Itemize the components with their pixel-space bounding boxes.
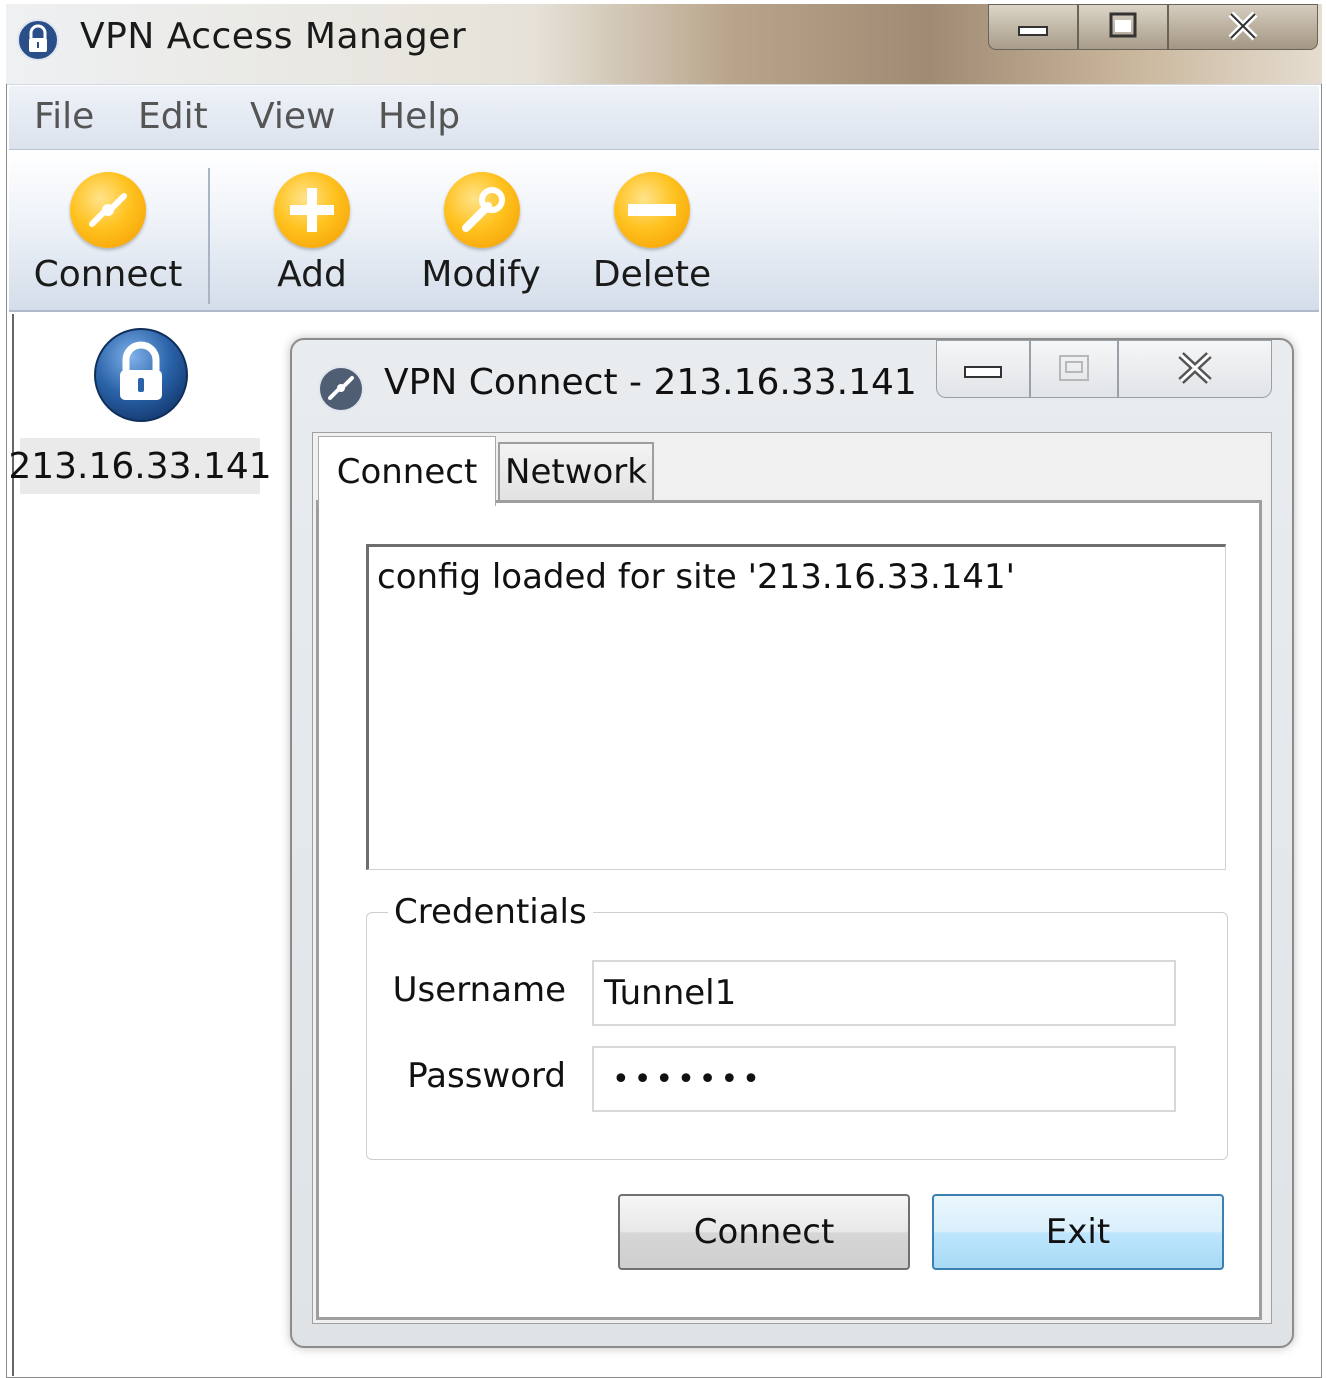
dialog-maximize-button[interactable]: [1030, 340, 1118, 398]
dialog-icon: [316, 364, 366, 414]
add-icon: [274, 172, 350, 248]
menu-file[interactable]: File: [34, 96, 94, 137]
connection-item-label: 213.16.33.141: [8, 438, 272, 494]
connection-item[interactable]: 213.16.33.141: [8, 326, 272, 494]
minimize-icon: [1018, 26, 1048, 36]
close-button[interactable]: [1168, 4, 1318, 50]
status-log[interactable]: config loaded for site '213.16.33.141': [366, 544, 1226, 870]
toolbar-delete-button[interactable]: Delete: [584, 168, 720, 304]
password-label: Password: [407, 1056, 566, 1096]
menu-edit[interactable]: Edit: [138, 96, 208, 137]
wrench-icon: [444, 172, 520, 248]
toolbar-connect-button[interactable]: Connect: [20, 168, 196, 304]
toolbar-add-label: Add: [277, 254, 347, 295]
maximize-button[interactable]: [1078, 4, 1168, 50]
connect-icon: [70, 172, 146, 248]
connect-button[interactable]: Connect: [618, 1194, 910, 1270]
menu-view[interactable]: View: [250, 96, 335, 137]
toolbar-modify-button[interactable]: Modify: [408, 168, 554, 304]
toolbar-add-button[interactable]: Add: [250, 168, 374, 304]
credentials-group: [366, 912, 1228, 1160]
exit-button[interactable]: Exit: [932, 1194, 1224, 1270]
toolbar-separator: [208, 168, 210, 304]
username-field[interactable]: Tunnel1: [592, 960, 1176, 1026]
menu-help[interactable]: Help: [378, 96, 460, 137]
toolbar-delete-label: Delete: [592, 254, 712, 295]
minimize-button[interactable]: [988, 4, 1078, 50]
close-icon: [1178, 352, 1212, 384]
credentials-group-label: Credentials: [388, 892, 593, 932]
username-label: Username: [392, 970, 566, 1010]
toolbar-modify-label: Modify: [421, 254, 541, 295]
status-log-text: config loaded for site '213.16.33.141': [377, 557, 1016, 597]
close-icon: [1228, 11, 1258, 41]
password-field[interactable]: •••••••: [592, 1046, 1176, 1112]
minus-icon: [614, 172, 690, 248]
tab-connect[interactable]: Connect: [318, 436, 496, 506]
dialog-minimize-button[interactable]: [936, 340, 1030, 398]
maximize-icon: [1059, 355, 1089, 381]
dialog-title: VPN Connect - 213.16.33.141: [384, 362, 917, 403]
dialog-close-button[interactable]: [1118, 340, 1272, 398]
minimize-icon: [964, 366, 1002, 378]
toolbar-connect-label: Connect: [33, 254, 183, 295]
tab-network[interactable]: Network: [498, 442, 654, 500]
app-icon: [16, 18, 60, 62]
padlock-icon: [92, 326, 190, 424]
window-title: VPN Access Manager: [80, 16, 467, 57]
maximize-icon: [1109, 12, 1137, 38]
